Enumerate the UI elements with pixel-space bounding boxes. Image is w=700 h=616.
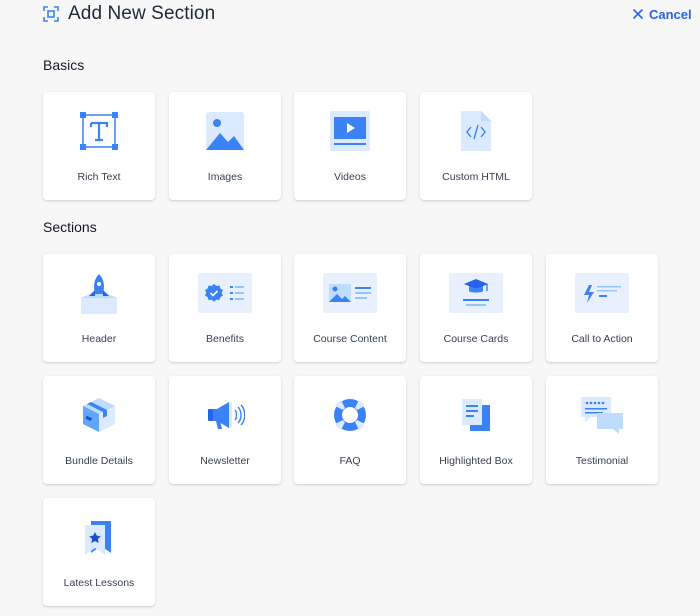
video-icon [322,108,378,154]
close-icon [633,9,643,19]
box-icon [71,392,127,438]
block-highlighted-box[interactable]: Highlighted Box [420,376,532,484]
block-label: Images [207,171,243,183]
graduation-cap-icon [448,270,504,316]
block-label: FAQ [339,455,361,467]
block-label: Header [81,333,117,345]
rocket-icon [71,270,127,316]
block-benefits[interactable]: Benefits [169,254,281,362]
block-custom-html[interactable]: Custom HTML [420,92,532,200]
block-label: Bundle Details [65,455,133,467]
block-label: Newsletter [200,455,250,467]
block-course-content[interactable]: Course Content [294,254,406,362]
block-label: Rich Text [77,171,121,183]
block-newsletter[interactable]: Newsletter [169,376,281,484]
block-images[interactable]: Images [169,92,281,200]
code-file-icon [448,108,504,154]
cancel-label: Cancel [649,6,692,22]
bookmark-star-icon [71,514,127,560]
block-label: Call to Action [571,333,633,345]
image-icon [197,108,253,154]
block-latest-lessons[interactable]: Latest Lessons [43,498,155,606]
image-text-icon [322,270,378,316]
block-label: Course Content [313,333,387,345]
sections-heading: Sections [43,219,97,235]
block-label: Benefits [206,333,244,345]
block-call-to-action[interactable]: Call to Action [546,254,658,362]
block-label: Course Cards [443,333,509,345]
block-label: Latest Lessons [63,577,135,589]
block-header[interactable]: Header [43,254,155,362]
megaphone-icon [197,392,253,438]
stacked-pages-icon [448,392,504,438]
block-label: Videos [334,171,366,183]
block-faq[interactable]: FAQ [294,376,406,484]
block-bundle-details[interactable]: Bundle Details [43,376,155,484]
block-testimonial[interactable]: Testimonial [546,376,658,484]
rich-text-icon [71,108,127,154]
block-rich-text[interactable]: Rich Text [43,92,155,200]
block-course-cards[interactable]: Course Cards [420,254,532,362]
basics-heading: Basics [43,57,85,73]
modal-header: Add New Section Cancel [0,0,700,30]
block-label: Highlighted Box [439,455,513,467]
block-label: Testimonial [575,455,629,467]
lifebuoy-icon [322,392,378,438]
block-videos[interactable]: Videos [294,92,406,200]
block-label: Custom HTML [442,171,510,183]
section-add-icon [43,6,59,22]
page-title: Add New Section [68,3,216,24]
chat-bubbles-icon [574,392,630,438]
lightning-icon [574,270,630,316]
cancel-button[interactable]: Cancel [632,6,692,22]
badge-list-icon [197,270,253,316]
